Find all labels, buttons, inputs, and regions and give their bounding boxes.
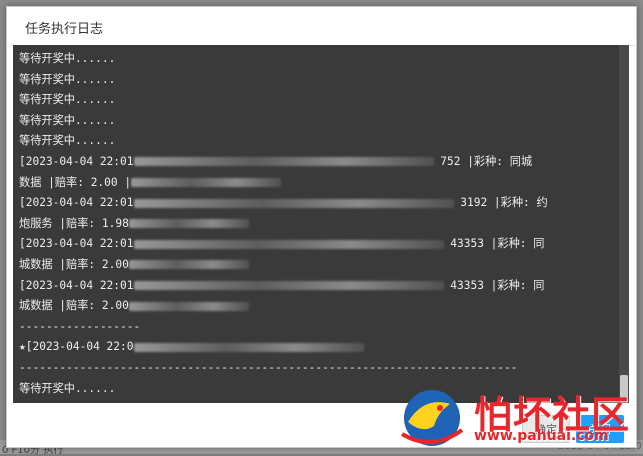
log-line-text: 等待开奖中...... [19,93,116,107]
redacted-text [133,198,454,208]
redacted-text [128,219,249,229]
log-line-text: 等待开奖中...... [19,52,116,65]
log-line-text: 等待开奖中...... [19,381,116,395]
redacted-text [128,260,249,270]
log-console[interactable]: 等待开奖中...... 等待开奖中...... 等待开奖中...... 等待开奖中..… [13,45,629,403]
log-line: [2023-04-04 22:01 3192 |彩种: 约 [19,193,607,214]
log-line: 等待开奖中...... [19,131,607,152]
watermark-url: www.pahuai.com [474,428,609,444]
log-line: 等待开奖中...... [19,70,607,91]
log-line: ------------------ [19,317,607,338]
log-line-text: 等待开奖中...... [19,134,116,148]
redacted-text [128,301,249,311]
log-line: [2023-04-04 22:01 43353 |彩种: 同 [19,276,607,297]
log-line: ----------------------------------------… [19,358,607,379]
log-line: 炮服务 |赔率: 1.98 [19,214,607,235]
log-output: 等待开奖中...... 等待开奖中...... 等待开奖中...... 等待开奖中..… [19,49,607,399]
redacted-text [133,342,364,352]
log-line: [2023-04-04 22:01 752 |彩种: 同城 [19,152,607,173]
log-line: 数据 |赔率: 2.00 | [19,173,607,194]
log-scrollbar[interactable] [619,45,629,403]
log-line-text: [2023-04-04 22:01 [19,196,134,210]
log-line: 等待开奖中...... [19,90,607,111]
redacted-text [133,281,444,291]
log-line: 等待开奖中...... [19,49,607,70]
log-line-text: [2023-04-04 22:01 [19,278,134,292]
log-line-text: 炮服务 |赔率: 1.98 [19,216,129,230]
log-line-tail: 43353 |彩种: 同 [443,278,545,292]
dialog-title: 任务执行日志 [25,22,104,37]
log-line-text: ------------------ [19,319,141,333]
log-line-text: [2023-04-04 22:01 [19,154,134,168]
log-line-text: 等待开奖中...... [19,113,116,127]
watermark-logo-icon [400,390,464,446]
watermark: 怕坏社区 www.pahuai.com [394,382,640,452]
log-line-text: 城数据 |赔率: 2.00 [19,299,129,313]
log-line-text: 城数据 |赔率: 2.00 [19,257,129,271]
redacted-text [133,239,444,249]
log-line-tail: 3192 |彩种: 约 [453,196,548,210]
log-line-text: ★[2023-04-04 22:0 [19,340,134,354]
log-line: 城数据 |赔率: 2.00 [19,296,607,317]
log-line: 城数据 |赔率: 2.00 [19,255,607,276]
log-line-text: 数据 |赔率: 2.00 | [19,175,132,189]
log-line-tail: 43353 |彩种: 同 [443,237,545,251]
log-line-text: [2023-04-04 22:01 [19,237,134,251]
redacted-text [131,178,282,188]
log-line-text: ----------------------------------------… [19,360,518,374]
log-line-tail: 752 |彩种: 同城 [433,154,533,168]
log-line: 等待开奖中...... [19,111,607,132]
log-line-text: 等待开奖中...... [19,72,116,86]
redacted-text [133,157,434,167]
dialog-titlebar[interactable]: 任务执行日志 [7,7,636,46]
log-line: [2023-04-04 22:01 43353 |彩种: 同 [19,234,607,255]
log-line: ★[2023-04-04 22:0 [19,337,607,358]
